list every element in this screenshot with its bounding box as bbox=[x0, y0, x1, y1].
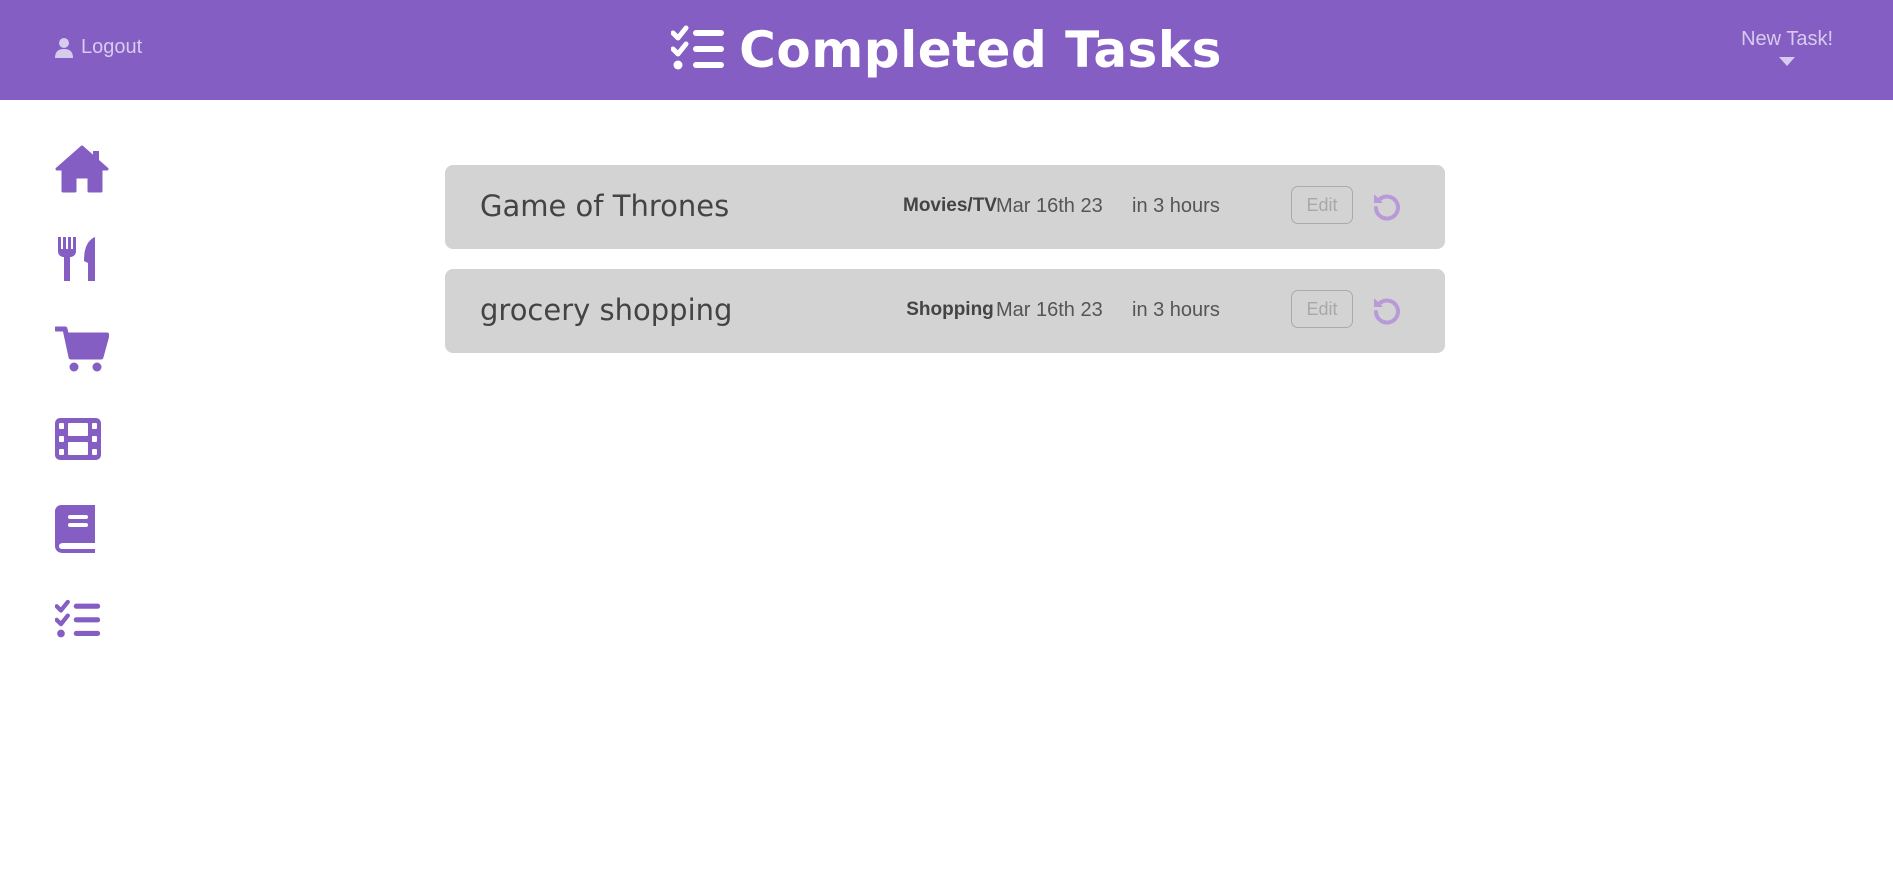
sidebar-item-movies[interactable] bbox=[55, 413, 111, 469]
list-check-icon bbox=[54, 599, 101, 644]
completed-task-list: Game of Thrones Movies/TV Mar 16th 23 in… bbox=[445, 165, 1445, 373]
task-row: grocery shopping Shopping Mar 16th 23 in… bbox=[445, 269, 1445, 353]
book-icon bbox=[55, 504, 97, 558]
shopping-cart-icon bbox=[53, 325, 110, 378]
undo-icon[interactable] bbox=[1372, 191, 1402, 226]
new-task-label: New Task! bbox=[1741, 28, 1833, 50]
new-task-dropdown[interactable]: New Task! bbox=[1741, 28, 1833, 66]
edit-button[interactable]: Edit bbox=[1291, 290, 1353, 328]
top-header: Logout Completed Tasks New Task! bbox=[0, 0, 1893, 100]
edit-button[interactable]: Edit bbox=[1291, 186, 1353, 224]
task-name: Game of Thrones bbox=[480, 189, 730, 223]
sidebar-item-food[interactable] bbox=[55, 233, 111, 289]
task-date: Mar 16th 23 bbox=[996, 299, 1103, 321]
film-icon bbox=[55, 417, 101, 465]
task-relative-time: in 3 hours bbox=[1132, 195, 1220, 217]
task-row: Game of Thrones Movies/TV Mar 16th 23 in… bbox=[445, 165, 1445, 249]
home-icon bbox=[55, 145, 109, 198]
list-check-icon bbox=[670, 25, 725, 76]
undo-icon[interactable] bbox=[1372, 295, 1402, 330]
sidebar-item-completed[interactable] bbox=[54, 593, 111, 649]
task-date: Mar 16th 23 bbox=[996, 195, 1103, 217]
page-title-group: Completed Tasks bbox=[0, 18, 1893, 82]
task-name: grocery shopping bbox=[480, 293, 733, 327]
sidebar-item-shopping[interactable] bbox=[53, 323, 111, 379]
fork-knife-icon bbox=[55, 235, 97, 288]
caret-down-icon bbox=[1779, 57, 1796, 66]
task-relative-time: in 3 hours bbox=[1132, 299, 1220, 321]
sidebar-item-books[interactable] bbox=[55, 503, 111, 559]
sidebar-nav bbox=[53, 143, 115, 683]
sidebar-item-home[interactable] bbox=[55, 143, 111, 199]
page-title: Completed Tasks bbox=[739, 21, 1222, 79]
